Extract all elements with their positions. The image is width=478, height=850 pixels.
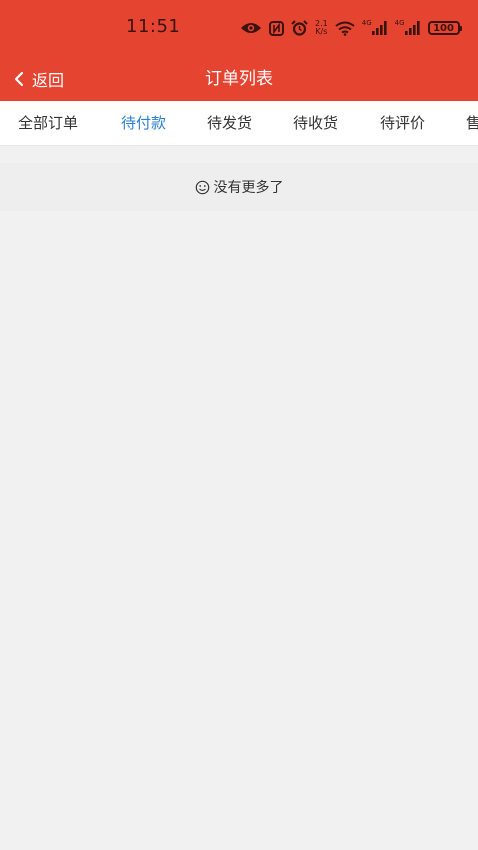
list-end-message: 没有更多了 bbox=[0, 163, 478, 211]
battery-level: 100 bbox=[427, 21, 462, 35]
alarm-icon bbox=[291, 17, 308, 39]
signal-4g-icon: 4G bbox=[395, 17, 421, 39]
wifi-icon bbox=[335, 17, 355, 39]
eye-icon bbox=[240, 17, 262, 39]
status-icons: 2.1 K/s 4G 4G 100 bbox=[240, 17, 462, 39]
chevron-left-icon bbox=[14, 71, 24, 87]
status-time: 11:51 bbox=[126, 16, 181, 37]
signal-label: 4G bbox=[394, 19, 405, 27]
smile-icon bbox=[195, 180, 210, 195]
signal-label: 4G bbox=[361, 19, 372, 27]
back-label: 返回 bbox=[32, 71, 65, 90]
net-speed-unit: K/s bbox=[315, 27, 328, 36]
order-status-tabs: 全部订单 待付款 待发货 待收货 待评价 售 bbox=[0, 101, 478, 146]
nav-bar: 返回 订单列表 bbox=[0, 56, 478, 101]
back-button[interactable]: 返回 bbox=[14, 62, 64, 96]
tab-pending-payment[interactable]: 待付款 bbox=[121, 101, 166, 145]
empty-text: 没有更多了 bbox=[213, 180, 284, 196]
battery-icon: 100 bbox=[427, 17, 462, 39]
signal-4g-icon: 4G bbox=[362, 17, 388, 39]
status-bar: 11:51 2.1 K/s 4G 4G 100 bbox=[0, 0, 478, 56]
tab-after-sales[interactable]: 售 bbox=[466, 101, 478, 145]
nfc-icon bbox=[269, 17, 284, 39]
tab-pending-review[interactable]: 待评价 bbox=[380, 101, 425, 145]
tab-all-orders[interactable]: 全部订单 bbox=[18, 101, 78, 145]
tab-pending-shipment[interactable]: 待发货 bbox=[207, 101, 252, 145]
app-header: 11:51 2.1 K/s 4G 4G 100 返回 订单列表 bbox=[0, 0, 478, 101]
tab-pending-receipt[interactable]: 待收货 bbox=[293, 101, 338, 145]
net-speed: 2.1 K/s bbox=[315, 17, 328, 39]
page-title: 订单列表 bbox=[205, 69, 273, 89]
